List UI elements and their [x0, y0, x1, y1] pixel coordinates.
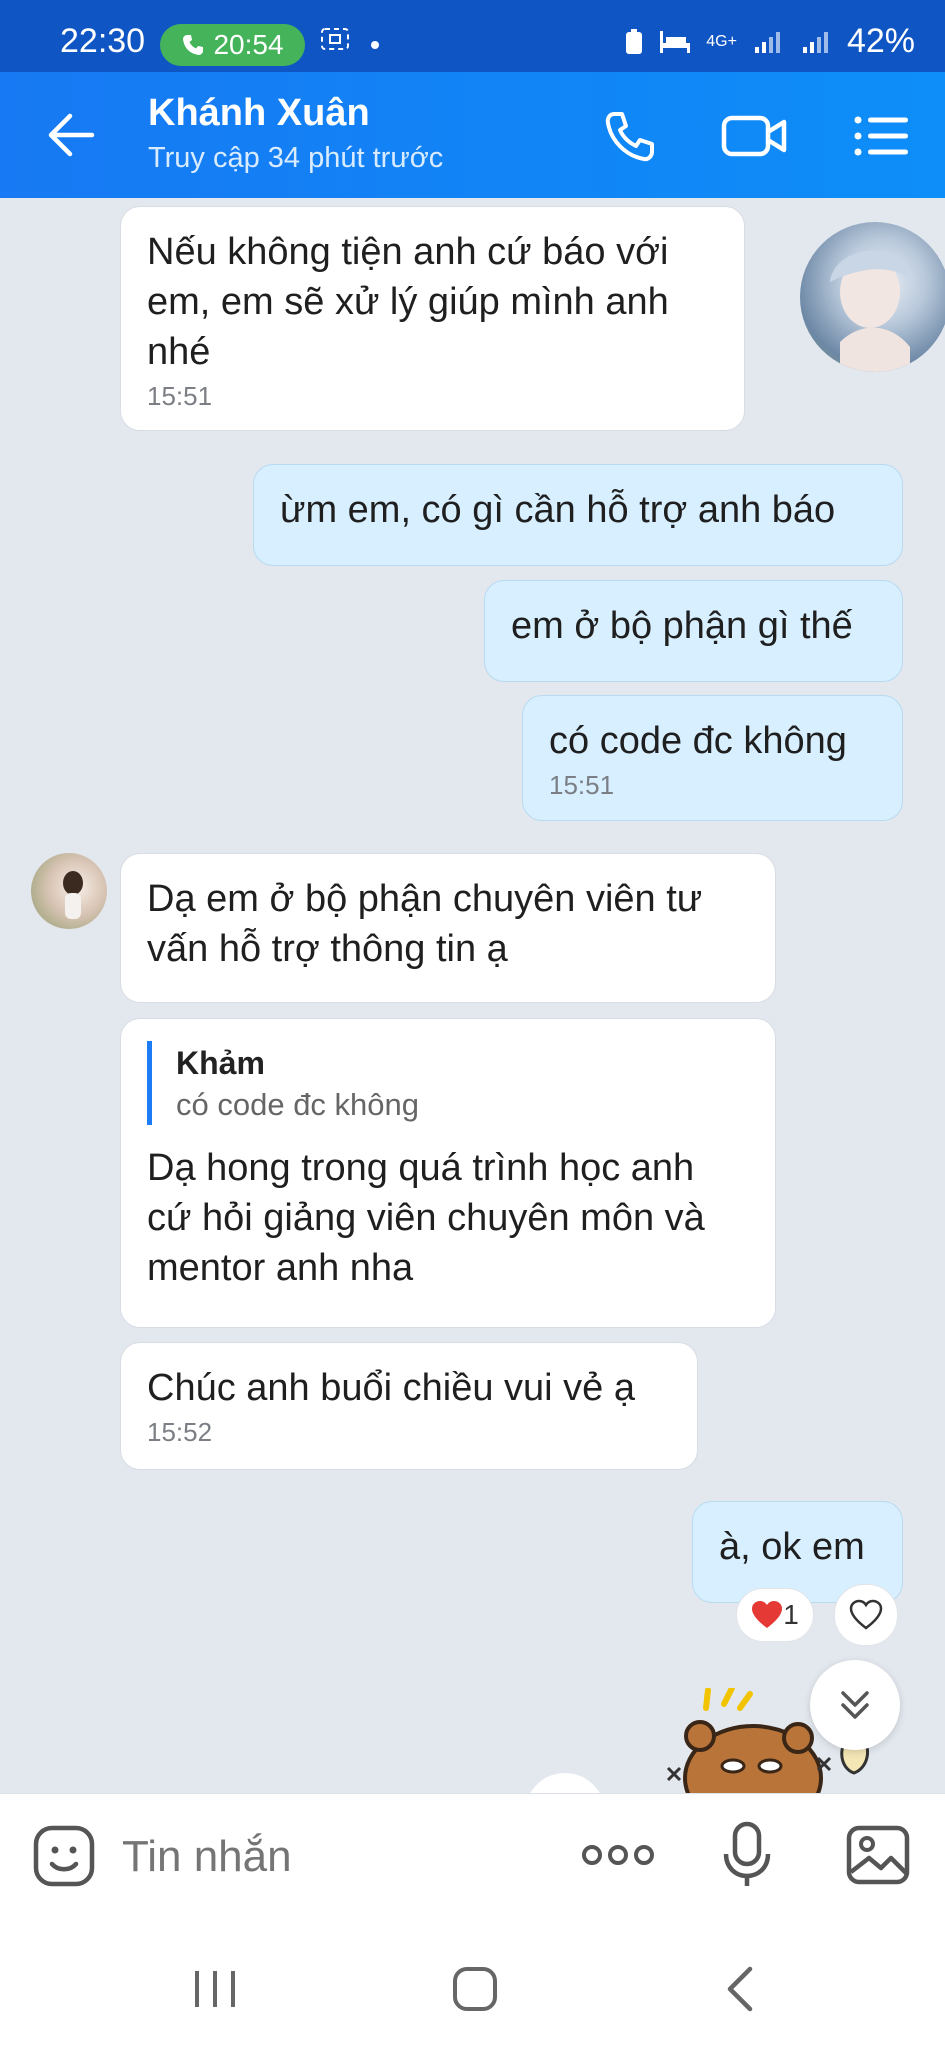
video-call-icon[interactable]	[720, 106, 790, 166]
message-text: Nếu không tiện anh cứ báo với em, em sẽ …	[147, 231, 669, 373]
system-navigation-bar	[0, 1933, 945, 2048]
sticker-emoji-icon[interactable]	[32, 1824, 96, 1888]
battery-level: 42%	[846, 22, 915, 60]
more-options-icon[interactable]	[580, 1830, 656, 1880]
phone-icon[interactable]	[600, 106, 660, 166]
contact-name[interactable]: Khánh Xuân	[148, 92, 370, 135]
contact-avatar-large[interactable]	[800, 222, 945, 372]
home-icon[interactable]	[445, 1959, 505, 2019]
screen-record-icon	[321, 28, 349, 50]
chat-header: Khánh Xuân Truy cập 34 phút trước	[0, 72, 945, 198]
battery-saver-icon	[626, 28, 643, 54]
message-list[interactable]: Nếu không tiện anh cứ báo với em, em sẽ …	[0, 198, 945, 1793]
incoming-reply-message[interactable]: Khảm có code đc không Dạ hong trong quá …	[120, 1018, 776, 1328]
contact-avatar-small[interactable]	[31, 853, 107, 929]
message-time: 15:51	[549, 770, 615, 800]
image-gallery-icon[interactable]	[845, 1822, 911, 1888]
message-text: Chúc anh buổi chiều vui vẻ ạ	[147, 1367, 635, 1409]
phone-small-icon	[183, 35, 204, 55]
status-bar: 22:30 20:54 4G+ 42%	[0, 0, 945, 72]
add-reaction-button[interactable]	[834, 1584, 898, 1646]
avatar-photo	[63, 871, 83, 919]
outgoing-message[interactable]: em ở bộ phận gì thế	[484, 580, 903, 682]
back-arrow-icon[interactable]	[44, 110, 100, 160]
incoming-message[interactable]: Dạ em ở bộ phận chuyên viên tư vấn hỗ tr…	[120, 853, 776, 1003]
message-text: có code đc không	[549, 720, 847, 762]
message-text: em ở bộ phận gì thế	[511, 605, 853, 647]
call-timer: 20:54	[213, 29, 284, 60]
ongoing-call-chip[interactable]: 20:54	[160, 24, 305, 66]
message-input-bar	[0, 1793, 945, 1934]
quoted-text: có code đc không	[176, 1087, 420, 1122]
status-time: 22:30	[60, 22, 146, 60]
quoted-sender: Khảm	[176, 1045, 265, 1081]
incoming-message[interactable]: Chúc anh buổi chiều vui vẻ ạ 15:52	[120, 1342, 698, 1470]
recent-apps-icon[interactable]	[185, 1959, 245, 2019]
signal-2-icon	[802, 31, 828, 53]
status-notification-icons	[320, 26, 380, 59]
last-seen-status: Truy cập 34 phút trước	[148, 142, 444, 174]
status-right-icons: 4G+ 42%	[624, 22, 915, 61]
incoming-message[interactable]: Nếu không tiện anh cứ báo với em, em sẽ …	[120, 206, 745, 431]
double-chevron-down-icon	[841, 1691, 869, 1719]
signal-icon	[754, 31, 780, 53]
outgoing-message[interactable]: có code đc không 15:51	[522, 695, 903, 821]
back-nav-icon[interactable]	[712, 1959, 772, 2019]
message-input[interactable]	[120, 1824, 554, 1890]
message-text: Dạ hong trong quá trình học anh cứ hỏi g…	[147, 1147, 705, 1289]
avatar-illustration	[830, 250, 915, 372]
quoted-message[interactable]: Khảm có code đc không	[147, 1041, 749, 1125]
menu-list-icon[interactable]	[852, 106, 912, 166]
message-text: ừm em, có gì cần hỗ trợ anh báo	[280, 489, 836, 531]
outgoing-message[interactable]: ừm em, có gì cần hỗ trợ anh báo	[253, 464, 903, 566]
partial-circle	[525, 1773, 605, 1793]
message-text: à, ok em	[719, 1526, 865, 1568]
network-type: 4G+	[706, 32, 737, 50]
message-text: Dạ em ở bộ phận chuyên viên tư vấn hỗ tr…	[147, 878, 703, 970]
heart-filled-icon	[752, 1601, 783, 1628]
message-time: 15:52	[147, 1417, 213, 1447]
heart-outline-icon	[849, 1599, 883, 1630]
scroll-to-bottom-button[interactable]	[810, 1660, 900, 1750]
message-time: 15:51	[147, 381, 213, 411]
microphone-icon[interactable]	[720, 1820, 774, 1890]
reaction-count: 1	[783, 1599, 799, 1630]
bed-icon	[660, 30, 691, 53]
reaction-badge[interactable]: 1	[736, 1588, 814, 1642]
dot-icon	[371, 41, 380, 50]
